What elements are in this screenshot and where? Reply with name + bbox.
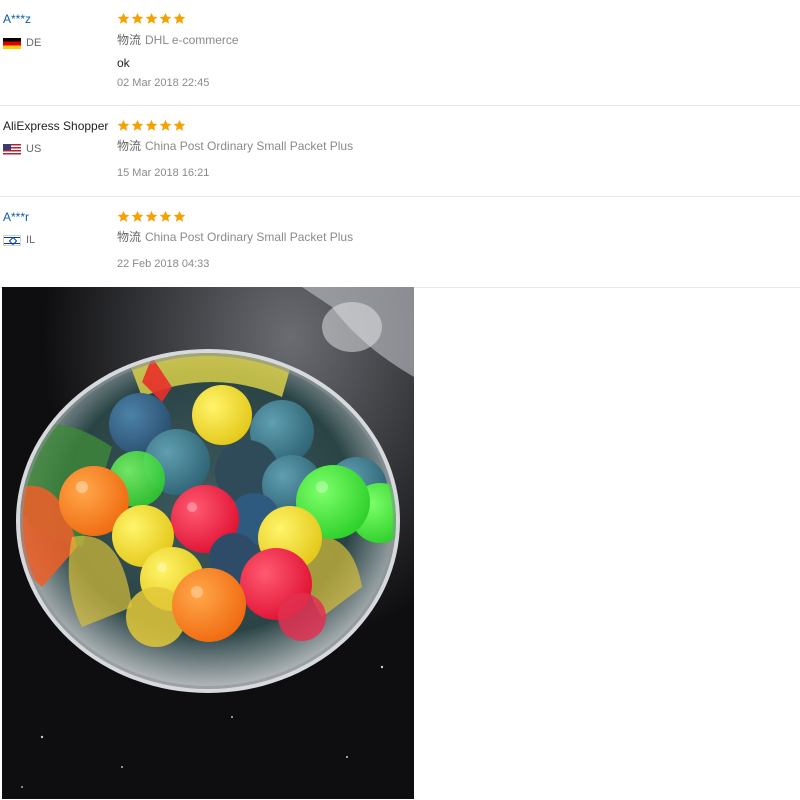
usa-flag-icon (3, 143, 21, 155)
star-icon (117, 119, 130, 131)
star-icon (173, 12, 186, 24)
country-code: IL (26, 234, 36, 246)
reviewer-name[interactable]: A***r (3, 210, 29, 224)
country-code: DE (26, 37, 42, 49)
logistics-info: 物流 China Post Ordinary Small Packet Plus (117, 139, 353, 153)
review-date: 02 Mar 2018 22:45 (117, 77, 210, 89)
reviewer-name[interactable]: AliExpress Shopper (3, 119, 108, 133)
star-icon (145, 210, 158, 222)
germany-flag-icon (3, 37, 21, 49)
logistics-info: 物流 China Post Ordinary Small Packet Plus (117, 230, 353, 244)
star-icon (173, 210, 186, 222)
star-rating (117, 119, 186, 132)
star-icon (159, 119, 172, 131)
star-icon (131, 210, 144, 222)
star-icon (131, 12, 144, 24)
star-icon (117, 12, 130, 24)
star-icon (131, 119, 144, 131)
logistics-info: 物流 DHL e-commerce (117, 33, 239, 47)
logistics-value: China Post Ordinary Small Packet Plus (145, 230, 354, 244)
logistics-value: DHL e-commerce (145, 33, 239, 47)
reviewer-name[interactable]: A***z (3, 12, 31, 26)
country-code: US (26, 143, 42, 155)
logistics-label: 物流 (117, 230, 142, 244)
logistics-label: 物流 (117, 33, 142, 47)
logistics-label: 物流 (117, 139, 142, 153)
star-icon (117, 210, 130, 222)
star-icon (145, 119, 158, 131)
reviewer-country: IL (3, 234, 35, 246)
review-photo[interactable] (2, 287, 414, 799)
review-item: A***z DE 物流 DHL e-commerce ok 02 Mar 2018… (0, 0, 800, 106)
review-item: AliExpress Shopper US 物流 China Post Ordin… (0, 105, 800, 197)
bouncy-balls-in-steel-bowl-image (2, 287, 414, 799)
israel-flag-icon (3, 234, 21, 246)
star-rating (117, 210, 186, 223)
review-date: 15 Mar 2018 16:21 (117, 167, 210, 179)
review-date: 22 Feb 2018 04:33 (117, 258, 210, 270)
logistics-value: China Post Ordinary Small Packet Plus (145, 139, 354, 153)
star-icon (145, 12, 158, 24)
star-icon (159, 210, 172, 222)
star-rating (117, 12, 186, 25)
reviewer-country: US (3, 143, 41, 155)
star-icon (159, 12, 172, 24)
feedback-text: ok (117, 56, 130, 70)
star-icon (173, 119, 186, 131)
review-item: A***r IL 物流 China Post Ordinary Small Pac… (0, 196, 800, 288)
reviewer-country: DE (3, 37, 41, 49)
